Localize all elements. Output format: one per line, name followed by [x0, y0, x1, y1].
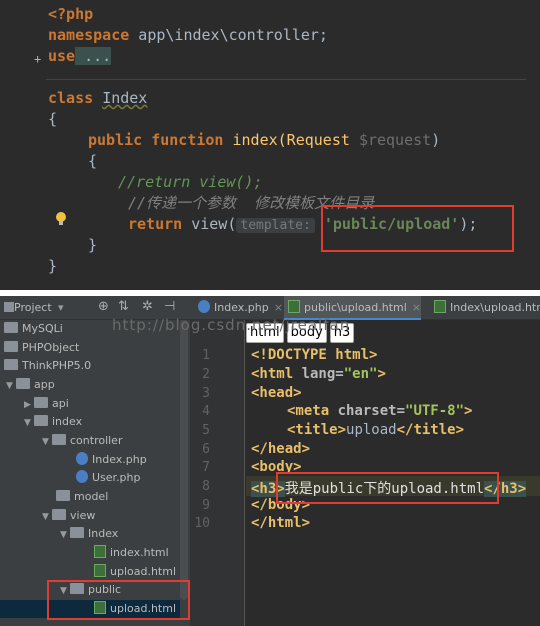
tree-item[interactable]: upload.html	[94, 563, 176, 581]
tree-scrollbar[interactable]	[180, 320, 188, 600]
tree-item[interactable]: Index.php	[76, 451, 147, 469]
chevron-right-icon[interactable]: ▶	[24, 396, 34, 414]
inner-brace-open: {	[88, 152, 98, 170]
folder-icon	[34, 397, 48, 408]
php-file-icon	[76, 452, 88, 465]
highlight-box-return	[321, 205, 514, 252]
ide-window: Project ▾ ⊕ ⇅ ✲ ⊣ MySQLi PHPObject Think…	[0, 296, 540, 626]
html-file-icon	[94, 564, 106, 577]
php-file-icon	[76, 470, 88, 483]
folder-icon	[70, 527, 84, 538]
code-line-5: <title>upload</title>	[287, 422, 465, 438]
line-number: 9	[202, 498, 210, 513]
line-gutter: 1 2 3 4 5 6 7 8 9 10	[190, 320, 245, 626]
tree-item[interactable]: ▼ app	[6, 376, 55, 394]
brace-close: }	[48, 257, 58, 275]
namespace-line: namespace app\index\controller;	[48, 26, 328, 44]
tree-item[interactable]: PHPObject	[4, 339, 79, 357]
chevron-down-icon[interactable]: ▼	[6, 377, 16, 395]
collapse-icon[interactable]: ⇅	[118, 299, 129, 314]
class-line: class Index	[48, 89, 148, 107]
php-file-icon	[198, 300, 210, 313]
gear-icon[interactable]: ✲	[142, 299, 153, 314]
function-line: public function index(Request $request)	[88, 131, 441, 149]
code-line-3: <head>	[251, 385, 302, 401]
tree-item[interactable]: ▼ controller	[42, 432, 122, 450]
fold-expand-icon[interactable]: +	[34, 52, 41, 66]
line-number: 10	[194, 516, 210, 531]
tree-item[interactable]: index.html	[94, 544, 169, 562]
comment-line-1: //return view();	[118, 173, 263, 191]
locate-icon[interactable]: ⊕	[98, 299, 109, 314]
code-line-1: <!DOCTYPE html>	[251, 347, 378, 363]
tab-index-upload[interactable]: Index\upload.html	[430, 296, 540, 320]
tree-item[interactable]: User.php	[76, 469, 141, 487]
tree-item[interactable]: ▼ index	[24, 413, 82, 431]
folder-icon	[52, 434, 66, 445]
html-file-icon	[434, 300, 446, 313]
line-number: 5	[202, 423, 210, 438]
dropdown-icon[interactable]: ▾	[58, 301, 64, 314]
php-editor[interactable]: <?php namespace app\index\controller; + …	[0, 0, 540, 290]
line-number: 3	[202, 386, 210, 401]
brace-open: {	[48, 110, 58, 128]
folder-icon	[16, 378, 30, 389]
folder-icon	[34, 415, 48, 426]
line-number: 4	[202, 404, 210, 419]
line-number: 7	[202, 460, 210, 475]
divider	[46, 79, 526, 80]
code-line-6: </head>	[251, 441, 311, 457]
folder-icon	[4, 359, 18, 370]
use-line: use ...	[48, 47, 112, 65]
line-number: 8	[202, 479, 210, 494]
line-number: 6	[202, 442, 210, 457]
lightbulb-icon[interactable]	[55, 212, 67, 227]
chevron-down-icon[interactable]: ▼	[60, 526, 70, 544]
folder-icon	[56, 490, 70, 501]
line-number: 1	[202, 348, 210, 363]
folder-icon	[4, 322, 18, 333]
inner-brace-close: }	[88, 236, 98, 254]
code-line-2: <html lang="en">	[251, 366, 386, 382]
param-hint: template:	[236, 218, 315, 233]
project-folder-icon	[4, 302, 14, 312]
line-number: 2	[202, 367, 210, 382]
tree-item[interactable]: ▶ api	[24, 395, 69, 413]
tree-item[interactable]: ▼ Index	[60, 525, 118, 543]
project-panel-title[interactable]: Project	[14, 301, 52, 314]
tree-item[interactable]: ThinkPHP5.0	[4, 357, 91, 375]
tree-item[interactable]: ▼ view	[42, 507, 95, 525]
html-file-icon	[94, 545, 106, 558]
tree-item[interactable]: model	[56, 488, 108, 506]
folder-icon	[4, 341, 18, 352]
close-icon[interactable]: ×	[412, 301, 421, 314]
html-file-icon	[288, 300, 300, 313]
code-line-10: </html>	[251, 515, 311, 531]
php-open-tag: <?php	[48, 5, 94, 23]
watermark: http://blog.csdn.net/jrealfan	[112, 316, 351, 334]
chevron-down-icon[interactable]: ▼	[24, 414, 34, 432]
highlight-box-tree	[47, 580, 190, 620]
tree-item[interactable]: MySQLi	[4, 320, 63, 338]
chevron-down-icon[interactable]: ▼	[42, 508, 52, 526]
folder-icon	[52, 509, 66, 520]
hide-icon[interactable]: ⊣	[164, 299, 175, 314]
code-line-4: <meta charset="UTF-8">	[287, 403, 473, 419]
highlight-box-h3	[276, 472, 499, 504]
close-icon[interactable]: ×	[274, 301, 283, 314]
chevron-down-icon[interactable]: ▼	[42, 433, 52, 451]
